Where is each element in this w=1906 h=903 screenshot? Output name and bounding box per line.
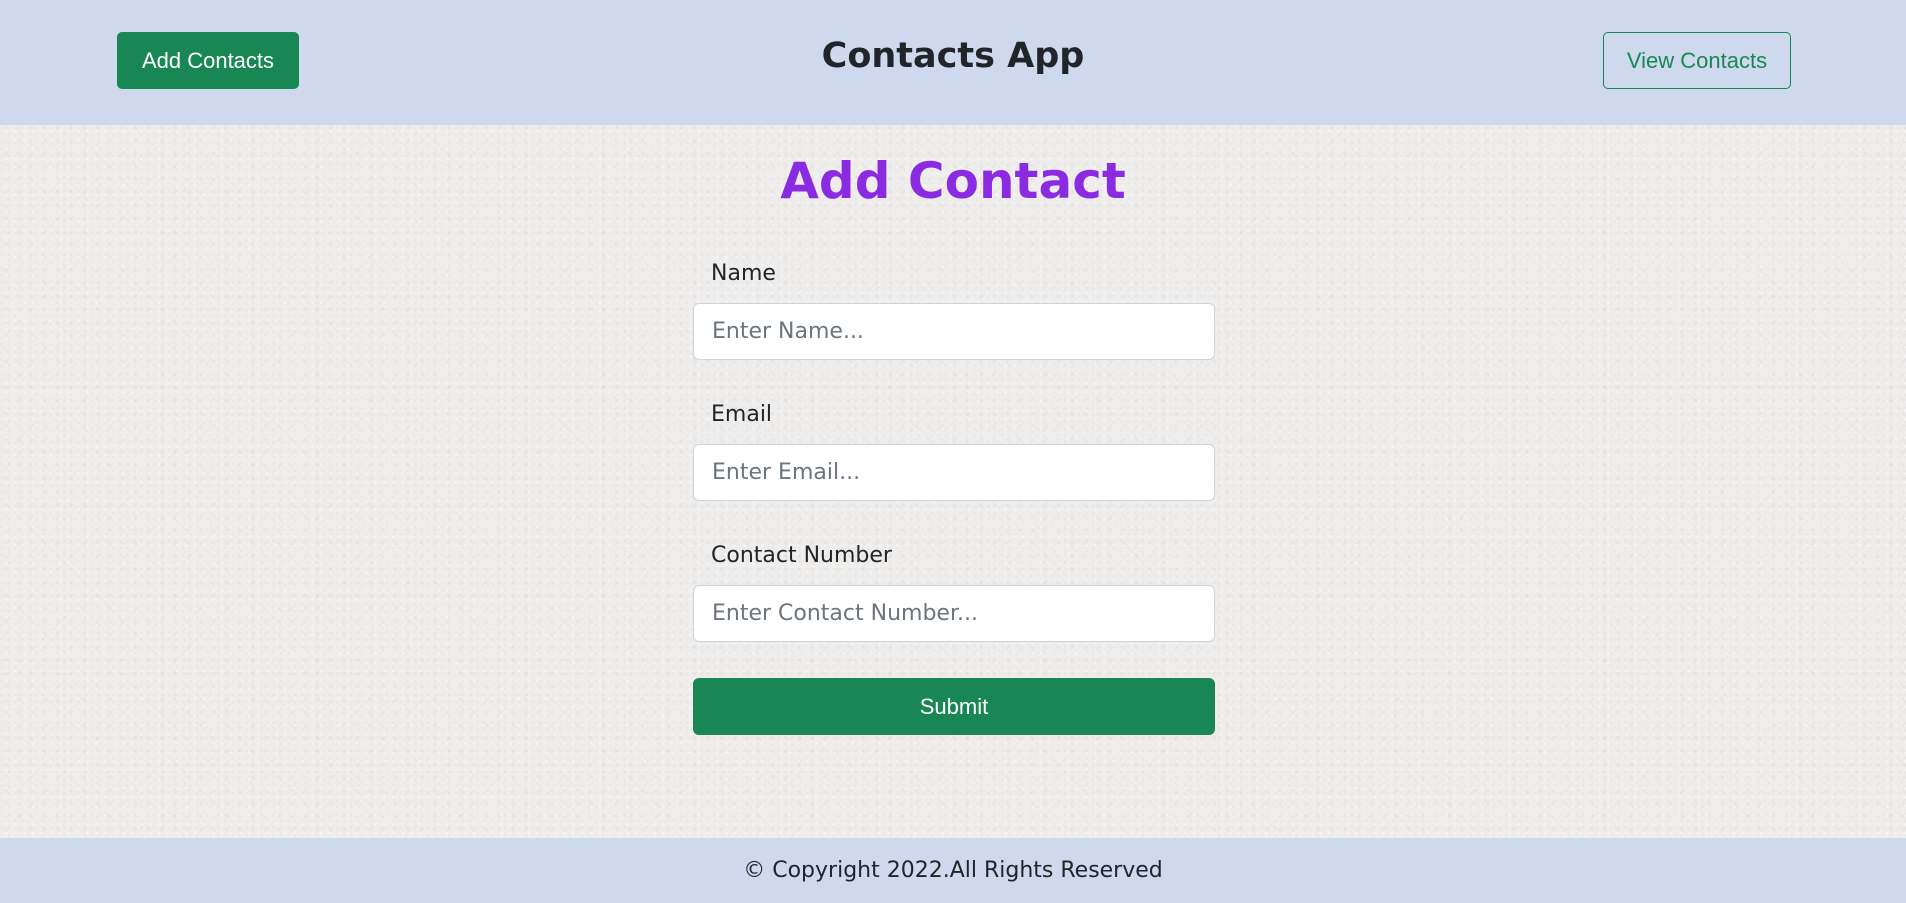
- top-navbar: Add Contacts Contacts App View Contacts: [0, 0, 1906, 125]
- contact-number-input[interactable]: [693, 585, 1215, 642]
- view-contacts-button[interactable]: View Contacts: [1603, 32, 1791, 89]
- submit-button[interactable]: Submit: [693, 678, 1215, 735]
- name-label: Name: [711, 261, 776, 286]
- email-label: Email: [711, 402, 773, 427]
- name-input[interactable]: [693, 303, 1215, 360]
- copyright-text: © Copyright 2022.All Rights Reserved: [743, 858, 1163, 883]
- page-title: Add Contact: [780, 152, 1126, 210]
- footer: © Copyright 2022.All Rights Reserved: [0, 838, 1906, 903]
- contact-number-label: Contact Number: [711, 543, 892, 568]
- email-input[interactable]: [693, 444, 1215, 501]
